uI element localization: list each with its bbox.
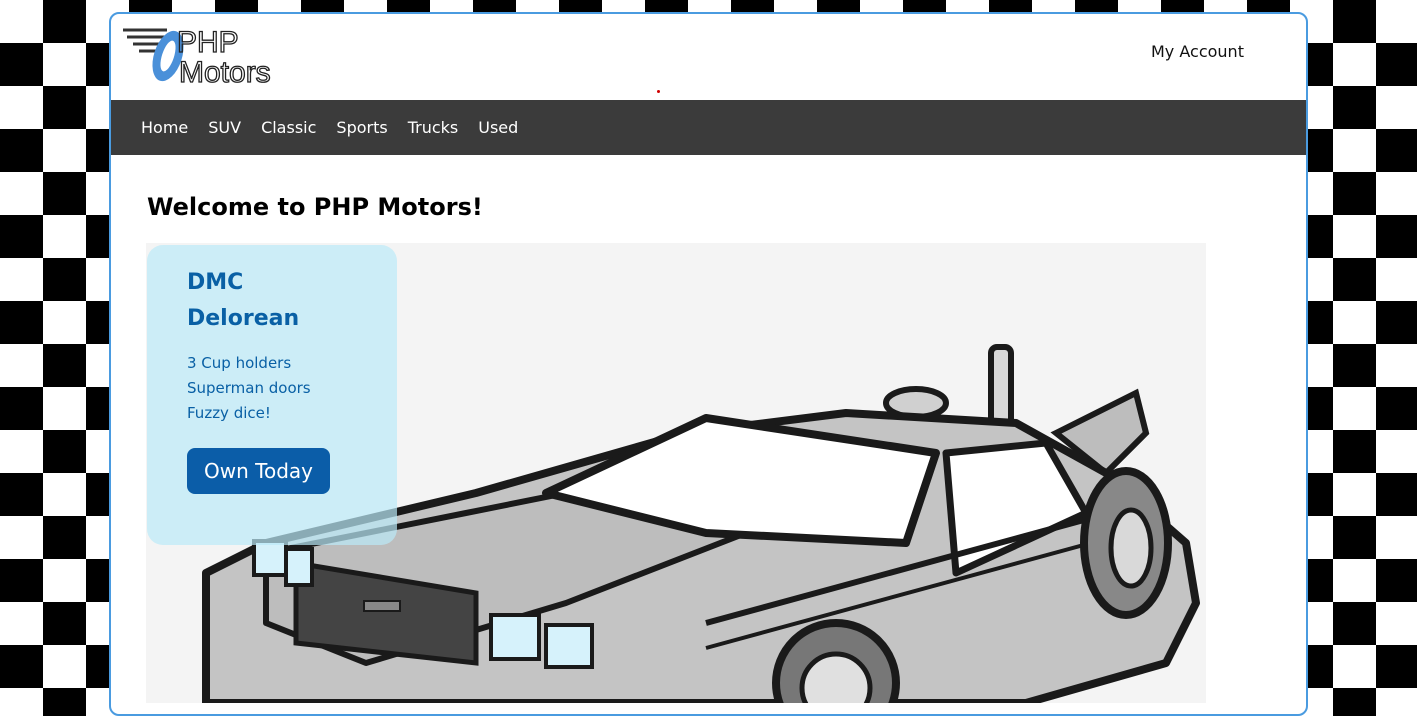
feature-item: Superman doors	[187, 379, 311, 397]
site-logo[interactable]: PHP Motors	[121, 24, 306, 86]
php-motors-logo-icon: PHP Motors	[123, 25, 271, 86]
feature-card: DMC Delorean 3 Cup holders Superman door…	[147, 245, 397, 545]
feature-item: 3 Cup holders	[187, 354, 292, 372]
nav-home[interactable]: Home	[141, 118, 188, 137]
nav-suv[interactable]: SUV	[208, 118, 241, 137]
page-frame: PHP Motors My Account Home SUV Classic S…	[109, 12, 1308, 716]
red-dot-artifact	[657, 90, 660, 93]
site-header: PHP Motors My Account	[111, 14, 1306, 100]
svg-text:Motors: Motors	[179, 56, 271, 86]
own-today-button[interactable]: Own Today	[187, 448, 330, 494]
vehicle-name: DMC Delorean	[187, 270, 300, 331]
nav-trucks[interactable]: Trucks	[408, 118, 459, 137]
main-nav: Home SUV Classic Sports Trucks Used	[111, 100, 1306, 155]
nav-classic[interactable]: Classic	[261, 118, 316, 137]
nav-used[interactable]: Used	[478, 118, 518, 137]
feature-list: 3 Cup holders Superman doors Fuzzy dice!	[187, 351, 387, 426]
nav-sports[interactable]: Sports	[336, 118, 387, 137]
svg-text:PHP: PHP	[177, 26, 239, 59]
page-title: Welcome to PHP Motors!	[147, 193, 483, 221]
feature-item: Fuzzy dice!	[187, 404, 271, 422]
my-account-link[interactable]: My Account	[1151, 42, 1244, 61]
